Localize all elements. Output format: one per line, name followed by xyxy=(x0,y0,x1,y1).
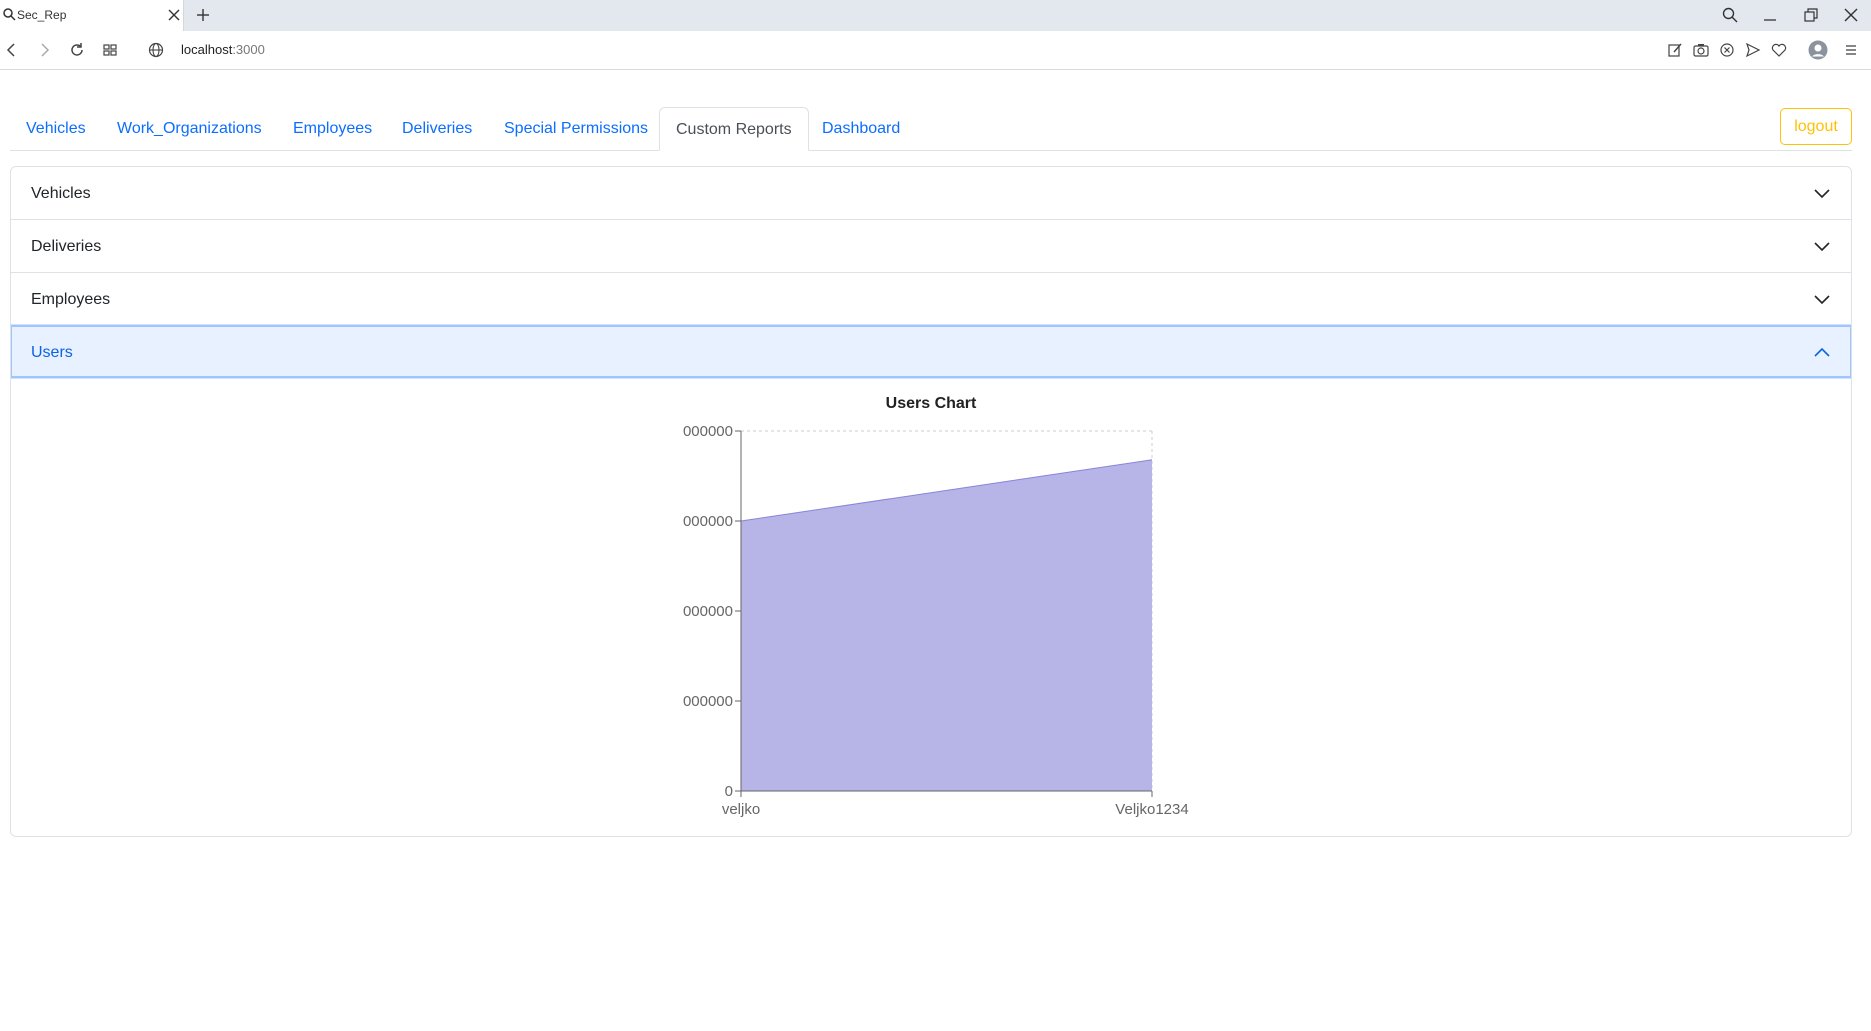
browser-tab[interactable]: Sec_Rep xyxy=(0,0,184,31)
x-tick-label: Veljko1234 xyxy=(1115,801,1188,818)
profile-avatar-icon[interactable] xyxy=(1808,40,1828,60)
tab-dashboard[interactable]: Dashboard xyxy=(806,107,916,150)
tab-deliveries[interactable]: Deliveries xyxy=(386,107,488,150)
logout-button[interactable]: logout xyxy=(1780,108,1852,145)
x-tick-label: veljko xyxy=(722,801,760,818)
browser-tab-title: Sec_Rep xyxy=(17,8,67,22)
browser-tabstrip: Sec_Rep xyxy=(0,0,1871,31)
tab-special-permissions[interactable]: Special Permissions xyxy=(488,107,664,150)
reload-icon[interactable] xyxy=(68,41,86,59)
tab-vehicles[interactable]: Vehicles xyxy=(10,107,102,150)
y-tick-label: 000000 xyxy=(683,423,733,440)
restore-icon[interactable] xyxy=(1802,6,1820,24)
search-icon xyxy=(2,7,16,21)
back-icon[interactable] xyxy=(3,41,21,59)
speed-dial-icon[interactable] xyxy=(101,41,119,59)
heart-icon[interactable] xyxy=(1770,41,1788,59)
minimize-icon[interactable] xyxy=(1761,6,1779,24)
area-series xyxy=(741,459,1152,791)
tab-work-organizations[interactable]: Work_Organizations xyxy=(101,107,278,150)
y-tick-label: 0 xyxy=(725,783,733,800)
users-chart: 0000000000000000000000000veljko Veljko123… xyxy=(683,423,1189,818)
forward-icon[interactable] xyxy=(35,41,53,59)
y-tick-label: 000000 xyxy=(683,603,733,620)
url-port: :3000 xyxy=(232,42,265,57)
main-nav-tabs: Vehicles Work_Organizations Employees De… xyxy=(10,107,1852,151)
close-window-icon[interactable] xyxy=(1842,6,1860,24)
address-bar[interactable]: localhost:3000 xyxy=(181,42,265,57)
y-tick-label: 000000 xyxy=(683,693,733,710)
reports-accordion: Vehicles Deliveries Employees Users User… xyxy=(10,166,1852,837)
adblock-icon[interactable] xyxy=(1718,41,1736,59)
tab-custom-reports[interactable]: Custom Reports xyxy=(659,107,809,151)
send-icon[interactable] xyxy=(1744,41,1762,59)
globe-icon xyxy=(147,41,165,59)
browser-search-icon[interactable] xyxy=(1721,6,1739,24)
camera-icon[interactable] xyxy=(1692,41,1710,59)
y-tick-label: 000000 xyxy=(683,513,733,530)
browser-toolbar: localhost:3000 xyxy=(0,31,1871,70)
tab-employees[interactable]: Employees xyxy=(277,107,388,150)
new-tab-icon[interactable] xyxy=(195,7,211,23)
menu-icon[interactable] xyxy=(1842,41,1860,59)
url-host: localhost xyxy=(181,42,233,57)
edit-icon[interactable] xyxy=(1666,41,1684,59)
close-tab-icon[interactable] xyxy=(167,8,181,22)
